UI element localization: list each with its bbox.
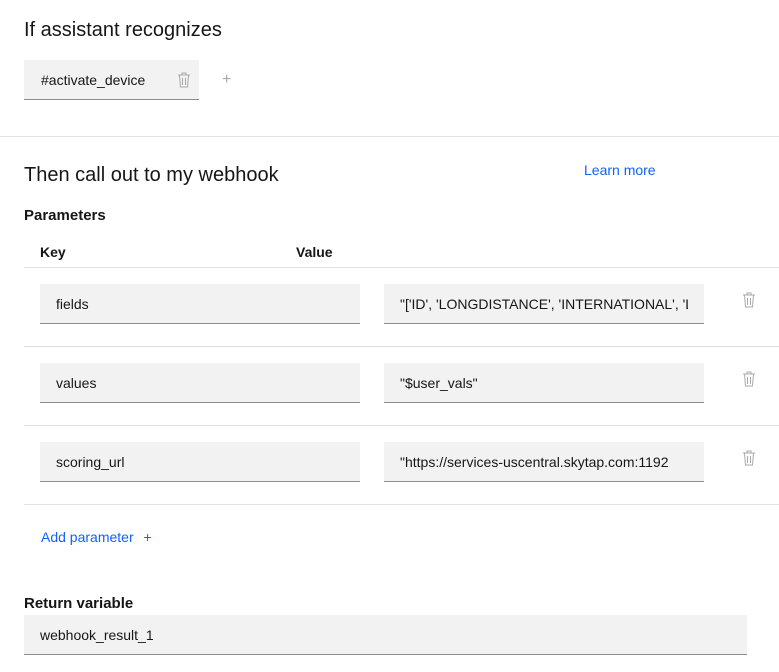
add-condition-plus-icon[interactable]: + (222, 72, 231, 88)
parameter-key-value: fields (56, 295, 89, 312)
add-parameter-label: Add parameter (41, 529, 134, 545)
return-variable-value: webhook_result_1 (40, 626, 154, 643)
parameter-value-input[interactable]: "https://services-uscentral.skytap.com:1… (384, 442, 704, 482)
webhook-heading: Then call out to my webhook (24, 164, 279, 186)
parameter-value-input[interactable]: "['ID', 'LONGDISTANCE', 'INTERNATIONAL',… (384, 284, 704, 324)
parameter-value-text: "$user_vals" (400, 374, 478, 391)
trash-can-icon[interactable] (177, 72, 191, 88)
parameter-key-input[interactable]: scoring_url (40, 442, 360, 482)
key-column-header: Key (40, 244, 66, 260)
trash-can-icon[interactable] (742, 292, 756, 308)
table-divider (24, 267, 779, 268)
plus-icon: + (143, 529, 152, 545)
intent-tag-chip[interactable]: #activate_device (24, 60, 199, 100)
return-variable-heading: Return variable (24, 595, 134, 612)
parameter-value-input[interactable]: "$user_vals" (384, 363, 704, 403)
add-parameter-button[interactable]: Add parameter + (41, 529, 152, 545)
return-variable-input[interactable]: webhook_result_1 (24, 615, 747, 655)
value-column-header: Value (296, 244, 333, 260)
condition-heading: If assistant recognizes (24, 19, 222, 41)
parameter-value-text: "['ID', 'LONGDISTANCE', 'INTERNATIONAL',… (400, 295, 688, 312)
learn-more-link[interactable]: Learn more (584, 162, 656, 178)
parameters-heading: Parameters (24, 207, 106, 224)
parameter-value-text: "https://services-uscentral.skytap.com:1… (400, 453, 669, 470)
table-divider (24, 425, 779, 426)
trash-can-icon[interactable] (742, 371, 756, 387)
table-divider (24, 504, 779, 505)
intent-tag-label: #activate_device (41, 71, 146, 88)
section-divider (0, 136, 779, 137)
parameter-key-value: scoring_url (56, 453, 125, 470)
parameter-key-value: values (56, 374, 97, 391)
parameter-key-input[interactable]: fields (40, 284, 360, 324)
parameter-key-input[interactable]: values (40, 363, 360, 403)
trash-can-icon[interactable] (742, 450, 756, 466)
table-divider (24, 346, 779, 347)
